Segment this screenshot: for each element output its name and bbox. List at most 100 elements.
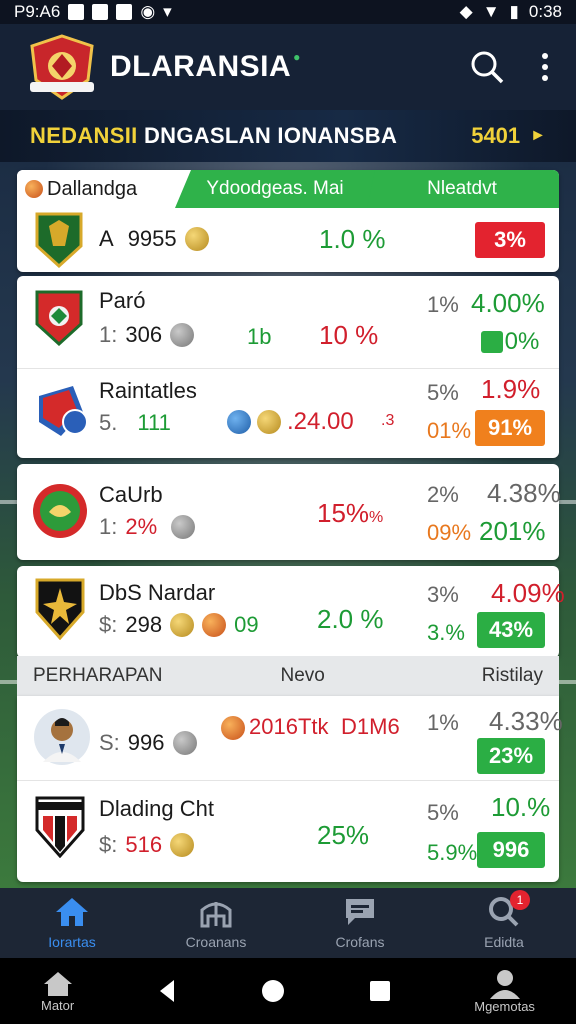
user-icon [489,969,520,999]
row-prefix: 5. [99,410,118,435]
match-card[interactable]: S: 996 2016Ttk D1M6 1% 4.33% 23% Dlading… [17,696,563,882]
coin-icon [170,613,195,637]
status-clock: 0:38 [528,2,562,21]
team-name: Raintatles [99,378,197,403]
row-percentage: 1.9% [481,374,541,404]
small-value: 01% [427,418,472,443]
odds-badge[interactable]: 3% [475,222,545,258]
media-icon: ◉ [140,2,156,21]
small-value: 3.% [427,620,465,645]
match-card[interactable]: DbS Nardar $: 298 09 2.0 % 3% 4.09% 3.% … [17,566,565,658]
nav-item-stadium[interactable]: Croanans [144,896,288,950]
bottom-navigation: Iorartas Croanans Crofans 1 Edidta [0,888,576,958]
status-square-icon [480,331,503,353]
stadium-icon [200,902,232,928]
mid-small: .3 [381,412,395,429]
coin-icon [221,716,245,740]
mid-percentage: 15%% [317,498,384,528]
status-bar: P9:A6 ◉ ▾ ◆ ▼ ▮ 0:38 [0,0,576,24]
status-time: P9:A6 [14,2,61,21]
more-vert-icon[interactable] [540,52,550,82]
nav-item-chat[interactable]: Crofans [288,896,432,950]
nav-item-home[interactable]: Iorartas [0,896,144,950]
team-name: CaUrb [99,482,163,507]
row-value: 306 [125,322,163,347]
club-logo [30,34,94,100]
notification-icon [116,4,133,20]
small-value: 09% [427,520,472,545]
row-value: 2% [125,514,158,539]
chat-icon [346,899,374,925]
row-value: 298 [125,612,163,637]
team-crest [35,290,83,346]
small-value: 1% [427,292,459,317]
mid-value-secondary: D1M6 [341,714,400,739]
small-value: 2% [427,482,459,507]
odds-badge[interactable]: 23% [477,738,545,774]
small-value: 5% [427,380,459,405]
row-percentage: 4.00% [471,288,545,318]
row-prefix: 1: [99,514,118,539]
system-home-button[interactable]: Mator [41,970,74,1013]
wifi-icon: ▼ [482,2,500,21]
odds-badge[interactable]: 0% [475,324,545,360]
row-value: 516 [125,832,163,857]
section-right: Ristilay [481,665,543,686]
odds-badge[interactable]: 91% [475,410,545,446]
search-icon[interactable] [470,50,504,84]
coin-icon [170,323,195,347]
section-left: PERHARAPAN [33,665,163,686]
small-value: 5.9% [427,840,478,865]
coin-icon [202,613,227,637]
row-percentage: 4.38% [487,478,561,508]
section-header: PERHARAPAN Nevo Ristilay [17,656,559,696]
team-name: DbS Nardar [99,580,216,605]
header-col-team: Dallandga [47,177,138,200]
back-icon[interactable] [156,978,178,1004]
recents-icon[interactable] [368,979,392,1003]
match-card[interactable]: Paró 1: 306 1b 10 % 1% 4.00% 0% Raintatl… [17,276,559,458]
team-name: Dlading Cht [99,796,214,821]
section-mid: Nevo [280,665,325,686]
team-crest [35,212,83,268]
team-crest [35,796,85,858]
team-crest [39,386,88,436]
coin-icon [170,833,195,857]
row-percentage: 4.33% [489,706,563,736]
coin-icon [172,731,197,755]
row-prefix: $: [99,832,118,857]
home-circle-icon[interactable] [260,978,286,1004]
league-title: NEDANSII DNGASLAN IONANSBA [30,123,398,148]
odds-badge[interactable]: 996 [477,832,545,868]
notification-icon [92,4,109,20]
app-title: DLARANSIA ● [110,50,301,83]
match-card[interactable]: CaUrb 1: 2% 15%% 2% 4.38% 09% 201% [17,464,561,560]
notification-badge: 1 [510,890,530,910]
coin-icon [184,227,209,251]
row-value: 996 [127,730,165,755]
small-value: 3% [427,582,459,607]
system-profile-button[interactable]: Mgemotas [474,969,535,1014]
chevron-right-icon: ► [530,127,546,144]
row-prefix: A [99,226,114,251]
team-crest [35,578,85,640]
row-number: 09 [234,612,259,637]
chevron-down-icon: ▾ [163,2,172,21]
system-navigation: Mator Mgemotas [0,958,576,1024]
row-percentage: 10.% [491,792,551,822]
signal-icon: ◆ [459,2,473,21]
league-banner[interactable]: NEDANSII DNGASLAN IONANSBA 5401 ► [0,110,576,162]
notification-icon [68,4,85,20]
team-crest [33,484,87,538]
match-card[interactable]: Dallandga Ydoodgeas. Mai Nleatdvt A 9955… [17,170,559,272]
mid-percentage: 25% [317,820,370,850]
nav-item-search[interactable]: 1 Edidta [432,890,576,950]
coin-icon [171,515,196,539]
battery-icon: ▮ [509,2,519,21]
row-percentage: 201% [479,516,546,546]
row-value: 9955 [127,226,177,251]
header-col-odds: Ydoodgeas. Mai [175,170,375,208]
home-icon [56,898,88,926]
row-percentage: 1.0 % [319,224,386,254]
odds-badge[interactable]: 43% [477,612,545,648]
